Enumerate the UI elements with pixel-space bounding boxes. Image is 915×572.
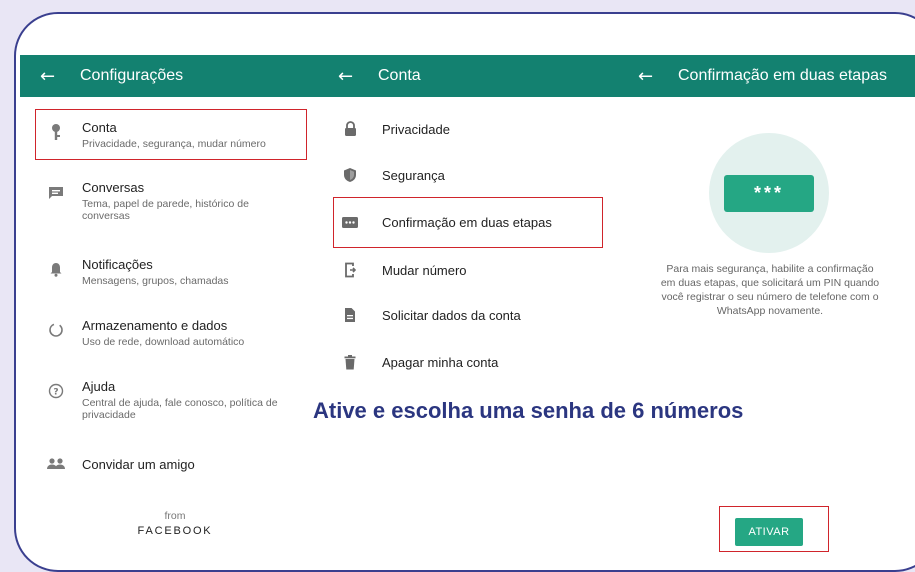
settings-header: ← Configurações — [40, 55, 183, 97]
twostep-title: Confirmação em duas etapas — [678, 67, 887, 84]
account-item-label: Mudar número — [382, 262, 467, 278]
settings-item-label: Armazenamento e dados — [82, 318, 228, 333]
description-line: Para mais segurança, habilite a confirma… — [666, 263, 874, 275]
phone-change-icon — [340, 260, 360, 280]
account-item-label: Solicitar dados da conta — [382, 307, 521, 323]
help-icon: ? — [44, 379, 68, 403]
settings-item-notificacoes[interactable]: Notificações Mensagens, grupos, chamadas — [44, 257, 229, 287]
account-item-label: Segurança — [382, 167, 445, 183]
account-item-seguranca[interactable]: Segurança — [340, 165, 445, 185]
settings-item-armazenamento[interactable]: Armazenamento e dados Uso de rede, downl… — [44, 318, 244, 348]
settings-item-label: Notificações — [82, 257, 153, 272]
settings-item-desc: Tema, papel de parede, histórico de conv… — [82, 198, 249, 222]
account-item-apagar[interactable]: Apagar minha conta — [340, 352, 498, 372]
settings-item-desc: Mensagens, grupos, chamadas — [82, 275, 229, 287]
description-line: em duas etapas, que solicitará um PIN qu… — [660, 277, 880, 289]
shield-icon — [340, 165, 360, 185]
account-item-privacidade[interactable]: Privacidade — [340, 119, 450, 139]
highlight-duas-etapas — [333, 197, 603, 248]
chat-icon — [44, 180, 68, 204]
svg-text:?: ? — [53, 387, 58, 397]
data-usage-icon — [44, 318, 68, 342]
lock-icon — [340, 119, 360, 139]
document-icon — [340, 305, 360, 325]
account-title: Conta — [378, 67, 421, 84]
trash-icon — [340, 352, 360, 372]
settings-item-label: Ajuda — [82, 379, 116, 394]
from-label: from — [164, 510, 186, 522]
account-item-mudar-numero[interactable]: Mudar número — [340, 260, 467, 280]
settings-item-desc: Uso de rede, download automático — [82, 336, 245, 348]
highlight-conta — [35, 109, 307, 160]
settings-item-conversas[interactable]: Conversas Tema, papel de parede, históri… — [44, 180, 257, 222]
account-header: ← Conta — [338, 55, 421, 97]
back-arrow-icon[interactable]: ← — [40, 66, 62, 87]
back-arrow-icon[interactable]: ← — [638, 66, 660, 87]
account-item-solicitar-dados[interactable]: Solicitar dados da conta — [340, 305, 521, 325]
back-arrow-icon[interactable]: ← — [338, 66, 360, 87]
settings-item-convidar[interactable]: Convidar um amigo — [44, 452, 195, 476]
twostep-header: ← Confirmação em duas etapas — [638, 55, 887, 97]
account-item-label: Apagar minha conta — [382, 354, 499, 370]
facebook-logo: FACEBOOK — [137, 525, 213, 537]
settings-item-label: Convidar um amigo — [82, 456, 195, 472]
bell-icon — [44, 257, 68, 281]
description-line: WhatsApp novamente. — [716, 305, 824, 317]
settings-title: Configurações — [80, 67, 184, 84]
settings-item-desc: Central de ajuda, fale conosco, política… — [82, 397, 278, 421]
caption-text: Ative e escolha uma senha de 6 números — [313, 398, 744, 423]
description-line: você registrar o seu número de telefone … — [661, 291, 879, 303]
settings-item-ajuda[interactable]: ? Ajuda Central de ajuda, fale conosco, … — [44, 379, 287, 421]
pin-mask-icon: *** — [724, 175, 814, 212]
settings-item-label: Conversas — [82, 180, 145, 195]
people-icon — [44, 452, 68, 476]
account-item-label: Privacidade — [382, 121, 450, 137]
from-facebook: from FACEBOOK — [130, 510, 220, 537]
highlight-ativar — [719, 506, 829, 552]
twostep-description: Para mais segurança, habilite a confirma… — [635, 262, 905, 318]
